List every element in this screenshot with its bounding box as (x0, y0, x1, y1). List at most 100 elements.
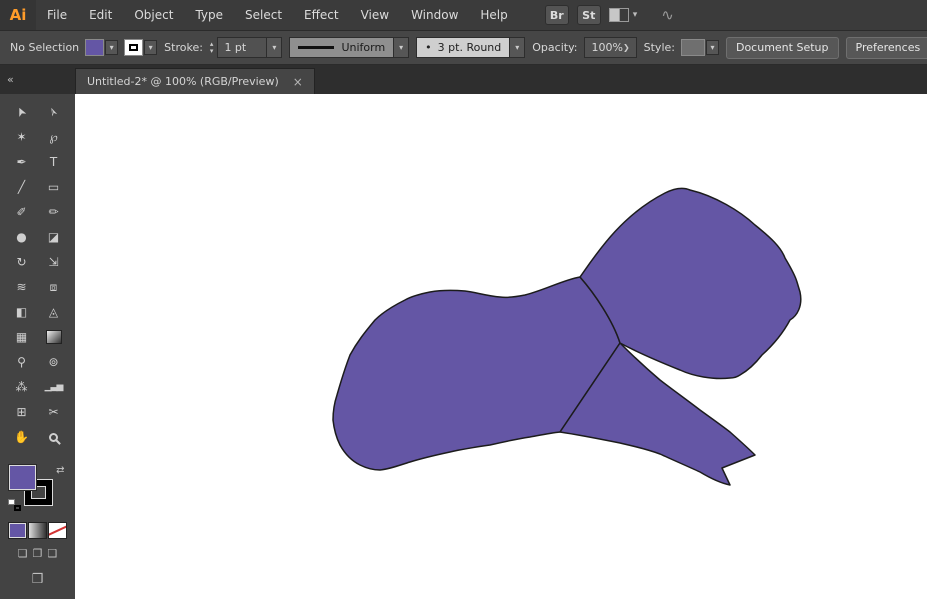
paintbrush-tool[interactable]: ✐ (7, 200, 36, 224)
style-swatch-icon (681, 40, 704, 55)
artboard-canvas[interactable] (75, 94, 927, 599)
bridge-button[interactable]: Br (544, 5, 569, 25)
menu-view[interactable]: View (350, 0, 400, 30)
chevron-down-icon[interactable]: ▾ (267, 37, 283, 58)
brush-field[interactable]: • 3 pt. Round (416, 37, 511, 58)
menu-file[interactable]: File (36, 0, 78, 30)
width-tool[interactable]: ≋ (7, 275, 36, 299)
blob-brush-tool[interactable]: ● (7, 225, 36, 249)
zoom-tool[interactable] (39, 425, 68, 449)
arrange-documents-icon (608, 8, 629, 22)
fill-swatch-icon (86, 40, 104, 55)
chevron-down-icon[interactable]: ▾ (105, 40, 119, 55)
hand-tool[interactable]: ✋ (7, 425, 36, 449)
menu-select[interactable]: Select (234, 0, 293, 30)
gradient-button[interactable] (29, 523, 46, 538)
draw-inside-icon[interactable]: ❑ (47, 547, 57, 560)
direct-selection-arrow-icon: ➢ (45, 104, 62, 120)
lasso-tool[interactable]: ℘ (39, 125, 68, 149)
opacity-value[interactable]: 100% (591, 41, 622, 54)
color-button[interactable] (9, 523, 26, 538)
chevron-down-icon: ▾ (632, 10, 638, 20)
stepper-down-icon[interactable]: ▾ (210, 47, 214, 55)
stroke-label[interactable]: Stroke: (164, 41, 203, 54)
chevron-down-icon[interactable]: ▾ (510, 37, 526, 58)
symbol-sprayer-tool[interactable]: ⁂ (7, 375, 36, 399)
eyedropper-tool[interactable]: ⚲ (7, 350, 36, 374)
free-transform-tool[interactable]: ⧈ (39, 275, 68, 299)
type-tool[interactable]: T (39, 150, 68, 174)
chevron-right-icon[interactable]: ❯ (623, 43, 630, 52)
chevron-down-icon[interactable]: ▾ (705, 40, 719, 55)
draw-normal-icon[interactable]: ❏ (18, 547, 28, 560)
rotate-tool[interactable]: ↻ (7, 250, 36, 274)
slice-tool[interactable]: ✂ (39, 400, 68, 424)
default-fill-stroke-button[interactable] (7, 499, 21, 511)
column-graph-tool[interactable]: ▁▃▅ (39, 375, 68, 399)
style-dropdown[interactable]: ▾ (681, 40, 719, 55)
menu-bar: Ai File Edit Object Type Select Effect V… (0, 0, 927, 30)
mesh-tool[interactable]: ▦ (7, 325, 36, 349)
menu-help[interactable]: Help (469, 0, 518, 30)
services-icon[interactable]: ∿ (661, 6, 674, 24)
gradient-tool[interactable] (39, 325, 68, 349)
stroke-weight-field[interactable]: 1 pt (217, 37, 268, 58)
close-icon[interactable]: × (293, 75, 303, 89)
selection-status: No Selection (10, 41, 80, 54)
width-profile-combo: Uniform ▾ (289, 37, 410, 58)
chevron-down-icon[interactable]: ▾ (144, 40, 158, 55)
pen-tool[interactable]: ✒ (7, 150, 36, 174)
fill-color-dropdown[interactable]: ▾ (86, 40, 119, 55)
document-setup-button[interactable]: Document Setup (725, 36, 839, 59)
direct-selection-tool[interactable]: ➢ (39, 100, 68, 124)
chevron-down-icon[interactable]: ▾ (394, 37, 410, 58)
menu-edit[interactable]: Edit (78, 0, 123, 30)
menu-object[interactable]: Object (123, 0, 184, 30)
menu-effect[interactable]: Effect (293, 0, 350, 30)
eraser-tool[interactable]: ◪ (39, 225, 68, 249)
scale-tool[interactable]: ⇲ (39, 250, 68, 274)
blend-tool[interactable]: ⊚ (39, 350, 68, 374)
document-tab-bar: « Untitled-2* @ 100% (RGB/Preview) × (0, 65, 927, 94)
selection-arrow-icon: ➤ (13, 104, 30, 120)
gradient-icon (46, 331, 61, 343)
artboard-tool[interactable]: ⊞ (7, 400, 36, 424)
document-tab-title: Untitled-2* @ 100% (RGB/Preview) (87, 75, 279, 88)
stroke-weight-stepper[interactable]: ▴ ▾ (210, 40, 214, 55)
stroke-color-dropdown[interactable]: ▾ (125, 40, 158, 55)
brush-dot-icon: • (425, 41, 432, 54)
swap-fill-stroke-icon[interactable]: ⇄ (56, 465, 64, 476)
line-segment-tool[interactable]: ╱ (7, 175, 36, 199)
pencil-tool[interactable]: ✏ (39, 200, 68, 224)
magic-wand-tool[interactable]: ✶ (7, 125, 36, 149)
app-logo: Ai (0, 0, 36, 30)
style-label[interactable]: Style: (644, 41, 675, 54)
preferences-button[interactable]: Preferences (845, 36, 927, 59)
main-area: ➤ ➢ ✶ ℘ ✒ T ╱ ▭ ✐ ✏ ● ◪ ↻ ⇲ ≋ ⧈ ◧ ◬ ▦ ⚲ (0, 94, 927, 599)
opacity-field[interactable]: 100% ❯ (584, 37, 637, 58)
none-button[interactable] (49, 523, 66, 538)
artwork[interactable] (75, 94, 927, 599)
arrange-documents-dropdown[interactable]: ▾ (608, 8, 638, 22)
tools-grid: ➤ ➢ ✶ ℘ ✒ T ╱ ▭ ✐ ✏ ● ◪ ↻ ⇲ ≋ ⧈ ◧ ◬ ▦ ⚲ (7, 100, 68, 449)
selection-tool[interactable]: ➤ (7, 100, 36, 124)
shape-builder-tool[interactable]: ◧ (7, 300, 36, 324)
screen-mode-button[interactable]: ❒ (32, 572, 44, 587)
width-profile-label: Uniform (341, 41, 386, 54)
draw-behind-icon[interactable]: ❐ (33, 547, 43, 560)
rectangle-tool[interactable]: ▭ (39, 175, 68, 199)
document-tab[interactable]: Untitled-2* @ 100% (RGB/Preview) × (75, 68, 315, 94)
menu-type[interactable]: Type (184, 0, 234, 30)
width-profile-field[interactable]: Uniform (289, 37, 395, 58)
mini-stroke-icon (13, 505, 21, 511)
stock-button[interactable]: St (576, 5, 601, 25)
control-bar: No Selection ▾ ▾ Stroke: ▴ ▾ 1 pt ▾ Unif… (0, 30, 927, 65)
app-bar-right: Br St ▾ ∿ (544, 0, 674, 30)
fill-indicator-swatch[interactable] (8, 465, 36, 490)
artwork-body-path[interactable] (332, 276, 621, 471)
perspective-grid-tool[interactable]: ◬ (39, 300, 68, 324)
collapse-panel-button[interactable]: « (7, 65, 25, 94)
opacity-label[interactable]: Opacity: (532, 41, 577, 54)
fill-stroke-indicator: ⇄ (7, 465, 68, 513)
menu-window[interactable]: Window (400, 0, 469, 30)
